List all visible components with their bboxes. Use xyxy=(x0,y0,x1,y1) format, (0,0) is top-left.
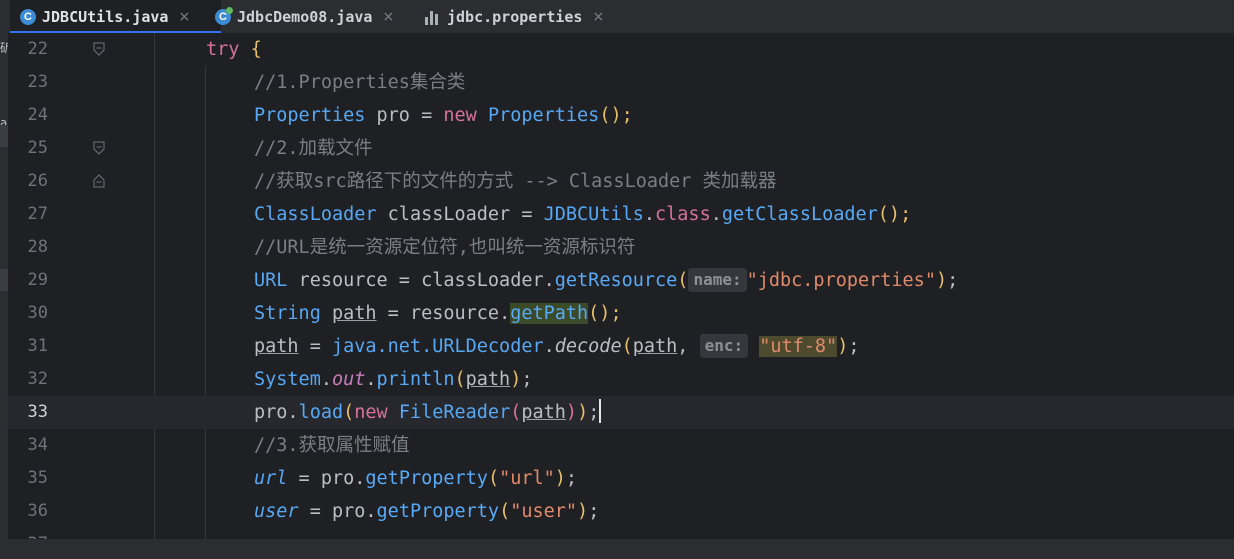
code-text: String path = resource.getPath(); xyxy=(254,303,622,324)
code-text: ClassLoader classLoader = JDBCUtils.clas… xyxy=(254,204,912,225)
code-line[interactable]: 29 URL resource = classLoader.getResourc… xyxy=(8,264,1234,297)
edge-marker xyxy=(0,125,8,147)
tab-jdbcdemo08-java[interactable]: C JdbcDemo08.java × xyxy=(215,0,416,33)
code-comment: //获取src路径下的文件的方式 --> ClassLoader 类加载器 xyxy=(254,171,777,192)
code-comment: //1.Properties集合类 xyxy=(254,72,466,93)
line-number: 22 xyxy=(27,39,48,59)
code-editor[interactable]: 22 try { 23 //1.Properties集合类 24 Propert… xyxy=(8,33,1234,559)
line-number: 23 xyxy=(27,72,48,92)
close-icon[interactable]: × xyxy=(382,9,394,25)
tab-label: jdbc.properties xyxy=(447,7,583,26)
text-cursor xyxy=(599,399,602,423)
line-number: 26 xyxy=(27,171,48,191)
java-class-icon: C xyxy=(20,8,36,25)
fold-marker-icon[interactable] xyxy=(92,174,106,188)
java-class-icon: C xyxy=(215,6,233,25)
code-line[interactable]: 22 try { xyxy=(8,33,1234,66)
code-line[interactable]: 24 Properties pro = new Properties(); xyxy=(8,99,1234,132)
code-text: user = pro.getProperty("user"); xyxy=(254,501,600,522)
edge-marker xyxy=(0,269,8,291)
code-line[interactable]: 27 ClassLoader classLoader = JDBCUtils.c… xyxy=(8,198,1234,231)
line-number: 30 xyxy=(27,303,48,323)
code-comment: //URL是统一资源定位符,也叫统一资源标识符 xyxy=(254,237,636,258)
tab-label: JDBCUtils.java xyxy=(42,7,169,26)
code-line[interactable]: 28 //URL是统一资源定位符,也叫统一资源标识符 xyxy=(8,231,1234,264)
project-panel-edge[interactable]: 斫 a xyxy=(0,33,12,559)
code-text: path = java.net.URLDecoder.decode(path, … xyxy=(254,334,860,358)
line-number: 27 xyxy=(27,204,48,224)
tab-jdbc-properties[interactable]: jdbc.properties × xyxy=(424,0,630,33)
close-icon[interactable]: × xyxy=(592,9,604,25)
tab-jdbcutils-java[interactable]: C JDBCUtils.java × xyxy=(10,0,221,34)
line-number: 33 xyxy=(27,402,48,422)
code-line[interactable]: 25 //2.加载文件 xyxy=(8,132,1234,165)
line-number: 25 xyxy=(27,138,48,158)
ide-window: { "tabs": [ {"label": "JDBCUtils.java", … xyxy=(0,0,1234,559)
line-number: 28 xyxy=(27,237,48,257)
code-line-current[interactable]: 33 pro.load(new FileReader(path)); xyxy=(8,396,1234,429)
editor-tab-bar: C JDBCUtils.java × C JdbcDemo08.java × j… xyxy=(0,0,1234,34)
code-line[interactable]: 31 path = java.net.URLDecoder.decode(pat… xyxy=(8,330,1234,363)
code-text: pro.load(new FileReader(path)); xyxy=(254,396,602,429)
properties-file-icon xyxy=(424,9,441,25)
code-comment: //2.加载文件 xyxy=(254,138,373,159)
close-icon[interactable]: × xyxy=(178,9,190,25)
parameter-hint: enc: xyxy=(699,334,749,358)
line-number: 32 xyxy=(27,369,48,389)
line-number: 29 xyxy=(27,270,48,290)
code-line[interactable]: 32 System.out.println(path); xyxy=(8,363,1234,396)
fold-marker-icon[interactable] xyxy=(92,42,106,56)
fold-marker-icon[interactable] xyxy=(92,141,106,155)
code-comment: //3.获取属性赋值 xyxy=(254,435,410,456)
code-text: Properties pro = new Properties(); xyxy=(254,105,633,126)
code-text: URL resource = classLoader.getResource(n… xyxy=(254,268,959,292)
code-text: try { xyxy=(206,39,262,60)
line-number: 24 xyxy=(27,105,48,125)
line-number: 36 xyxy=(27,501,48,521)
code-line[interactable]: 26 //获取src路径下的文件的方式 --> ClassLoader 类加载器 xyxy=(8,165,1234,198)
code-line[interactable]: 34 //3.获取属性赋值 xyxy=(8,429,1234,462)
code-line[interactable]: 36 user = pro.getProperty("user"); xyxy=(8,495,1234,528)
line-number: 31 xyxy=(27,336,48,356)
line-number: 35 xyxy=(27,468,48,488)
code-line[interactable]: 35 url = pro.getProperty("url"); xyxy=(8,462,1234,495)
code-line[interactable]: 23 //1.Properties集合类 xyxy=(8,66,1234,99)
code-text: url = pro.getProperty("url"); xyxy=(254,468,578,489)
tab-label: JdbcDemo08.java xyxy=(237,7,373,26)
code-text: System.out.println(path); xyxy=(254,369,533,390)
parameter-hint: name: xyxy=(688,268,747,292)
line-number: 34 xyxy=(27,435,48,455)
code-line[interactable]: 30 String path = resource.getPath(); xyxy=(8,297,1234,330)
bottom-panel-edge xyxy=(0,539,1234,559)
